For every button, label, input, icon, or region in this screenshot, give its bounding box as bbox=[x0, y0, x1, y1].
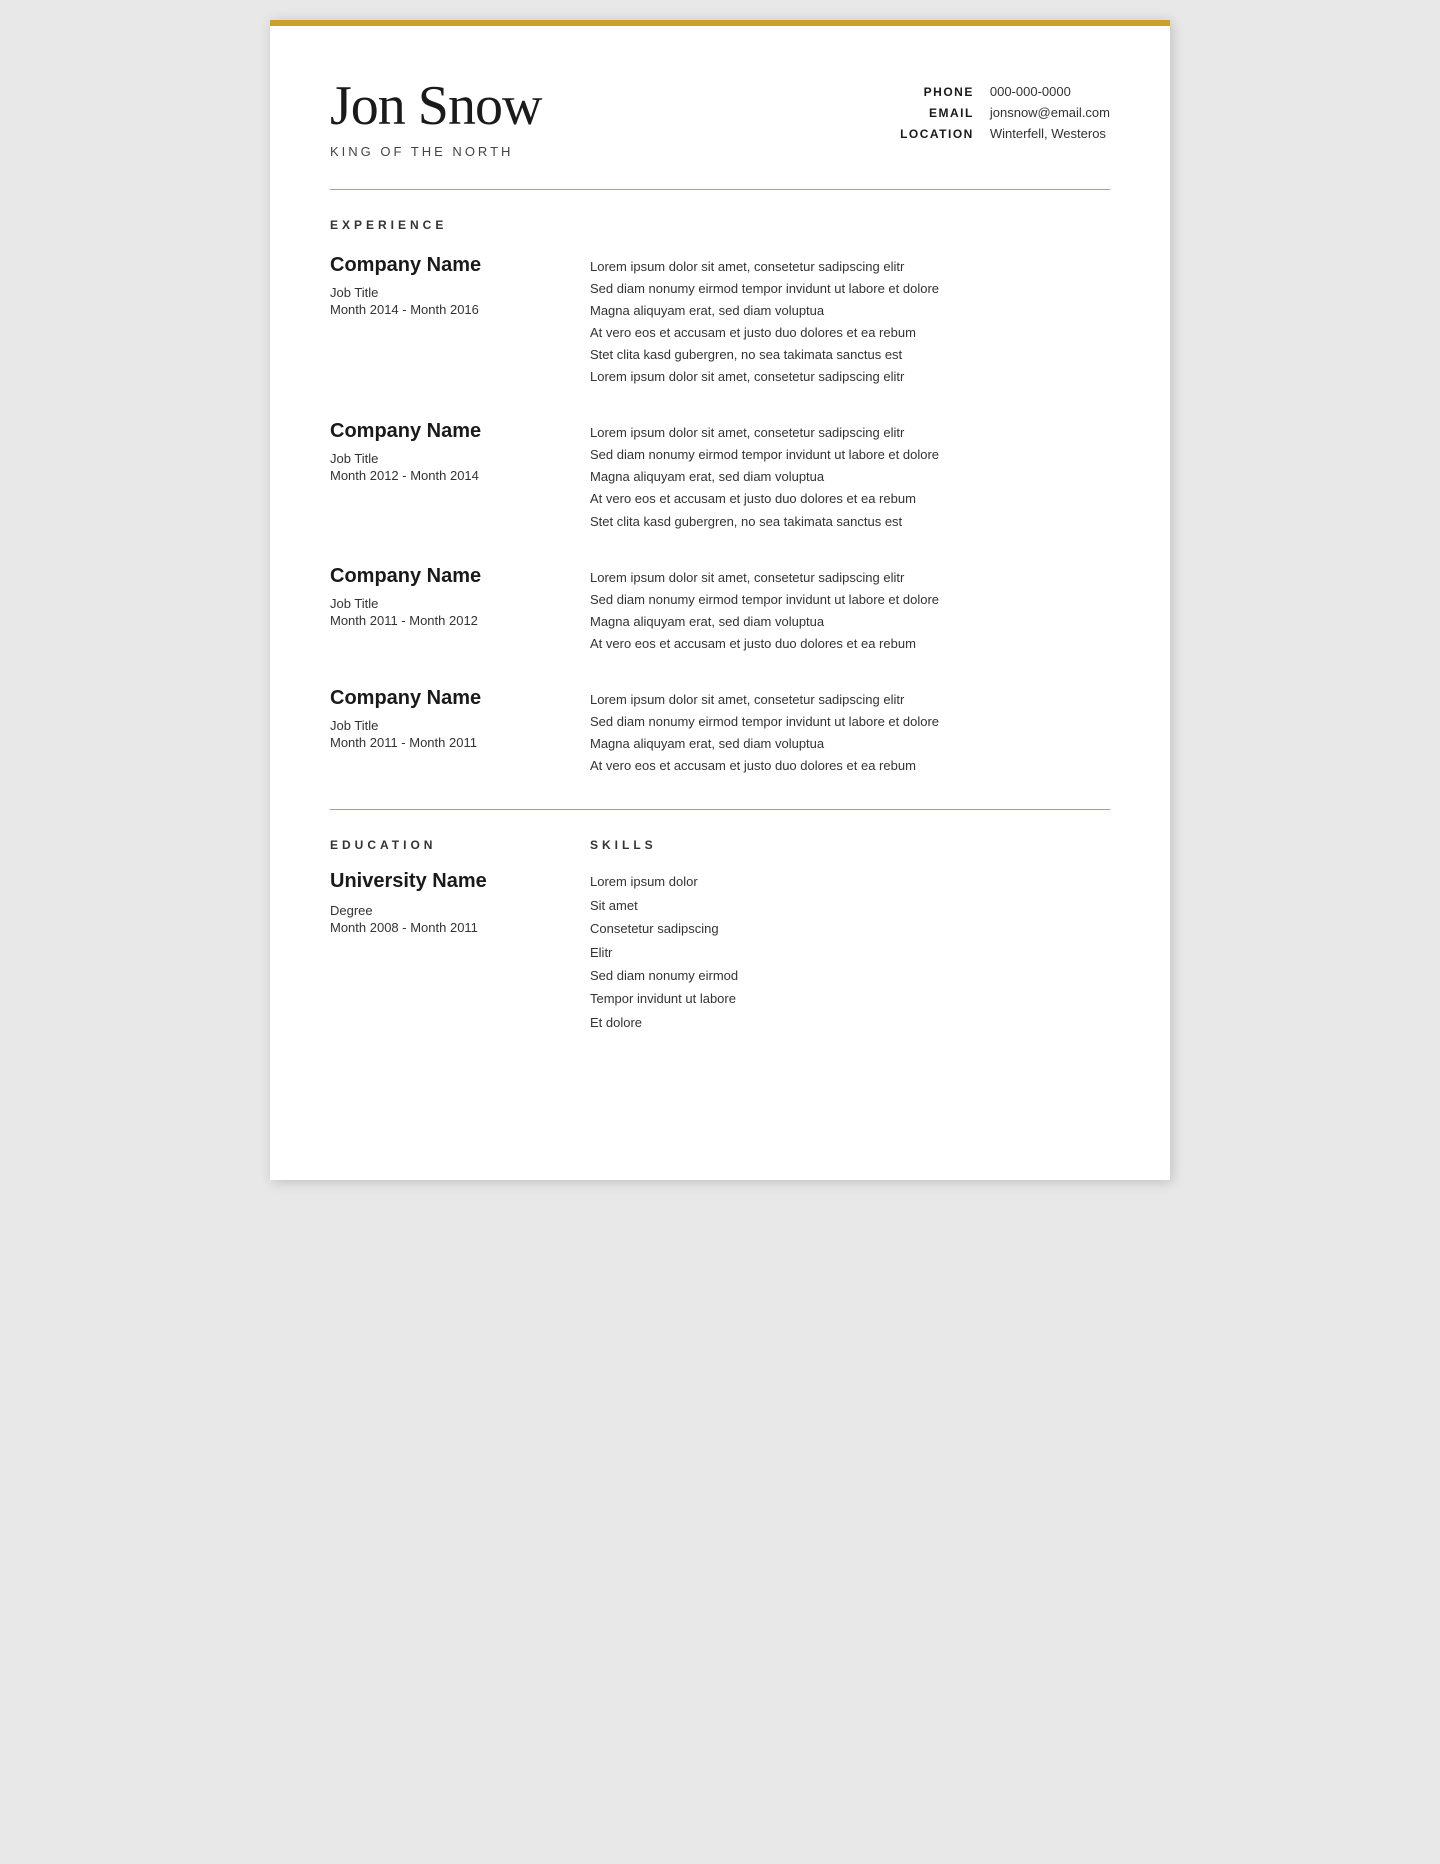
header-name-section: Jon Snow KING OF THE NORTH bbox=[330, 76, 541, 159]
description-line: Lorem ipsum dolor sit amet, consetetur s… bbox=[590, 256, 1110, 278]
experience-left: Company Name Job Title Month 2011 - Mont… bbox=[330, 565, 550, 655]
job-title: Job Title bbox=[330, 285, 550, 300]
description-line: At vero eos et accusam et justo duo dolo… bbox=[590, 755, 1110, 777]
experience-left: Company Name Job Title Month 2012 - Mont… bbox=[330, 420, 550, 532]
education-dates: Month 2008 - Month 2011 bbox=[330, 920, 550, 935]
location-value: Winterfell, Westeros bbox=[990, 126, 1110, 141]
resume-header: Jon Snow KING OF THE NORTH PHONE 000-000… bbox=[330, 76, 1110, 159]
description-line: Magna aliquyam erat, sed diam voluptua bbox=[590, 300, 1110, 322]
description-line: Lorem ipsum dolor sit amet, consetetur s… bbox=[590, 689, 1110, 711]
description-line: Sed diam nonumy eirmod tempor invidunt u… bbox=[590, 589, 1110, 611]
education-section-title: EDUCATION bbox=[330, 838, 550, 852]
description-line: At vero eos et accusam et justo duo dolo… bbox=[590, 322, 1110, 344]
skill-item: Et dolore bbox=[590, 1011, 1110, 1034]
job-dates: Month 2012 - Month 2014 bbox=[330, 468, 550, 483]
skill-item: Sit amet bbox=[590, 894, 1110, 917]
description-line: Magna aliquyam erat, sed diam voluptua bbox=[590, 466, 1110, 488]
university-name: University Name bbox=[330, 870, 550, 893]
experience-left: Company Name Job Title Month 2011 - Mont… bbox=[330, 687, 550, 777]
job-dates: Month 2014 - Month 2016 bbox=[330, 302, 550, 317]
company-name: Company Name bbox=[330, 565, 550, 588]
description-line: Lorem ipsum dolor sit amet, consetetur s… bbox=[590, 422, 1110, 444]
job-title: Job Title bbox=[330, 718, 550, 733]
candidate-name: Jon Snow bbox=[330, 76, 541, 138]
job-dates: Month 2011 - Month 2011 bbox=[330, 735, 550, 750]
education-column: EDUCATION University Name Degree Month 2… bbox=[330, 838, 550, 1034]
header-divider bbox=[330, 189, 1110, 190]
description-line: Stet clita kasd gubergren, no sea takima… bbox=[590, 344, 1110, 366]
company-name: Company Name bbox=[330, 254, 550, 277]
degree: Degree bbox=[330, 903, 550, 918]
resume-document: Jon Snow KING OF THE NORTH PHONE 000-000… bbox=[270, 20, 1170, 1180]
candidate-tagline: KING OF THE NORTH bbox=[330, 144, 541, 159]
company-name: Company Name bbox=[330, 420, 550, 443]
experience-description: Lorem ipsum dolor sit amet, consetetur s… bbox=[590, 254, 1110, 389]
job-dates: Month 2011 - Month 2012 bbox=[330, 613, 550, 628]
experience-item: Company Name Job Title Month 2012 - Mont… bbox=[330, 420, 1110, 532]
experience-list: Company Name Job Title Month 2014 - Mont… bbox=[330, 254, 1110, 778]
experience-description: Lorem ipsum dolor sit amet, consetetur s… bbox=[590, 687, 1110, 777]
experience-left: Company Name Job Title Month 2014 - Mont… bbox=[330, 254, 550, 389]
description-line: At vero eos et accusam et justo duo dolo… bbox=[590, 633, 1110, 655]
experience-section-title: EXPERIENCE bbox=[330, 218, 1110, 232]
company-name: Company Name bbox=[330, 687, 550, 710]
skills-column: SKILLS Lorem ipsum dolorSit ametConsetet… bbox=[590, 838, 1110, 1034]
experience-item: Company Name Job Title Month 2011 - Mont… bbox=[330, 565, 1110, 655]
job-title: Job Title bbox=[330, 451, 550, 466]
description-line: Lorem ipsum dolor sit amet, consetetur s… bbox=[590, 567, 1110, 589]
email-value: jonsnow@email.com bbox=[990, 105, 1110, 120]
experience-description: Lorem ipsum dolor sit amet, consetetur s… bbox=[590, 565, 1110, 655]
description-line: Sed diam nonumy eirmod tempor invidunt u… bbox=[590, 278, 1110, 300]
experience-item: Company Name Job Title Month 2011 - Mont… bbox=[330, 687, 1110, 777]
edu-skills-divider bbox=[330, 809, 1110, 810]
skill-item: Tempor invidunt ut labore bbox=[590, 987, 1110, 1010]
phone-label: PHONE bbox=[900, 85, 974, 99]
contact-info: PHONE 000-000-0000 EMAIL jonsnow@email.c… bbox=[900, 84, 1110, 141]
email-label: EMAIL bbox=[900, 106, 974, 120]
experience-description: Lorem ipsum dolor sit amet, consetetur s… bbox=[590, 420, 1110, 532]
description-line: Magna aliquyam erat, sed diam voluptua bbox=[590, 733, 1110, 755]
description-line: Stet clita kasd gubergren, no sea takima… bbox=[590, 511, 1110, 533]
skill-item: Consetetur sadipscing bbox=[590, 917, 1110, 940]
description-line: Magna aliquyam erat, sed diam voluptua bbox=[590, 611, 1110, 633]
description-line: Lorem ipsum dolor sit amet, consetetur s… bbox=[590, 366, 1110, 388]
phone-value: 000-000-0000 bbox=[990, 84, 1110, 99]
education-skills-section: EDUCATION University Name Degree Month 2… bbox=[330, 838, 1110, 1034]
description-line: Sed diam nonumy eirmod tempor invidunt u… bbox=[590, 444, 1110, 466]
skills-list: Lorem ipsum dolorSit ametConsetetur sadi… bbox=[590, 870, 1110, 1034]
skill-item: Sed diam nonumy eirmod bbox=[590, 964, 1110, 987]
skills-section-title: SKILLS bbox=[590, 838, 1110, 852]
job-title: Job Title bbox=[330, 596, 550, 611]
location-label: LOCATION bbox=[900, 127, 974, 141]
experience-section: EXPERIENCE Company Name Job Title Month … bbox=[330, 218, 1110, 778]
skill-item: Lorem ipsum dolor bbox=[590, 870, 1110, 893]
description-line: At vero eos et accusam et justo duo dolo… bbox=[590, 488, 1110, 510]
description-line: Sed diam nonumy eirmod tempor invidunt u… bbox=[590, 711, 1110, 733]
experience-item: Company Name Job Title Month 2014 - Mont… bbox=[330, 254, 1110, 389]
skill-item: Elitr bbox=[590, 941, 1110, 964]
